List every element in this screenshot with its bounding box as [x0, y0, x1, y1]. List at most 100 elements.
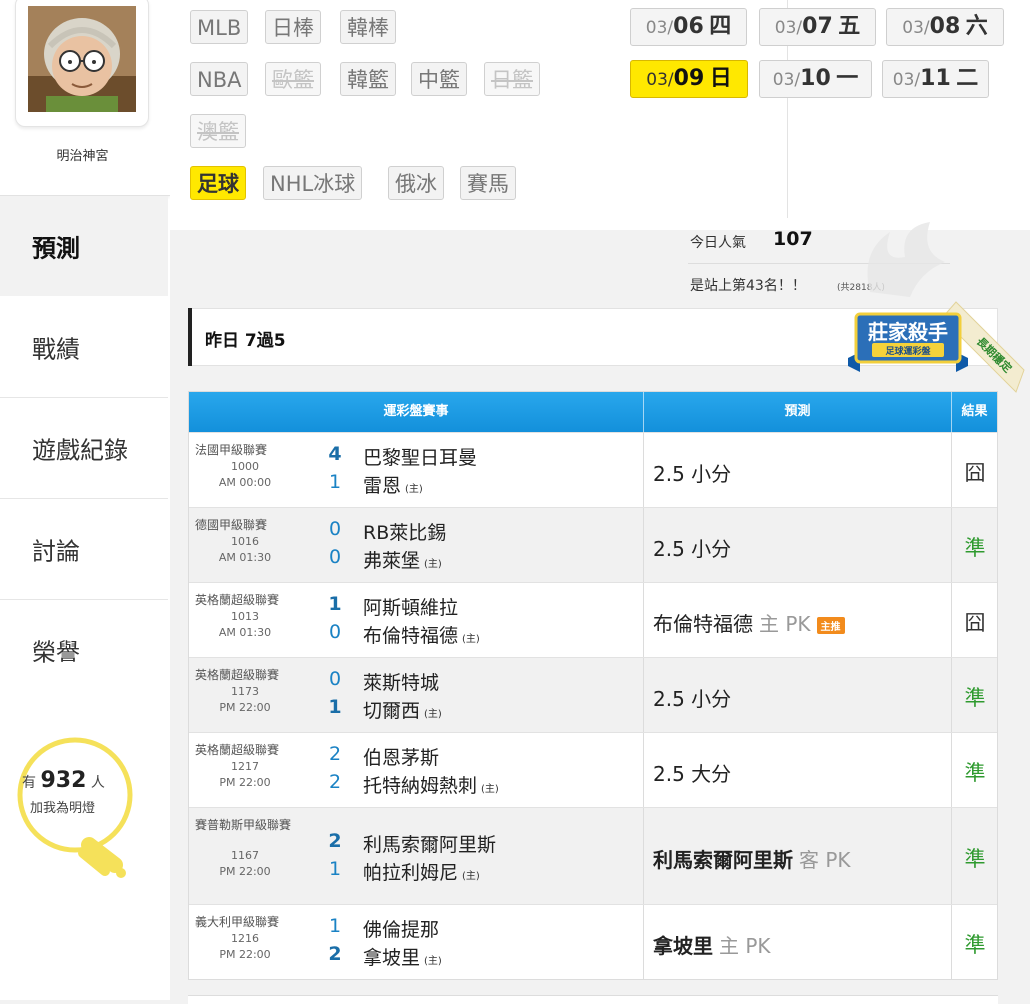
prediction-handicap: 主 PK [719, 934, 771, 958]
rank-text: 是站上第43名！！ [690, 278, 806, 294]
away-score: 4 [328, 443, 342, 465]
game-time: AM 00:00 [218, 476, 272, 489]
prediction: 布倫特福德主 PK 主推 [653, 608, 845, 637]
league-button[interactable]: 澳籃 [190, 114, 246, 148]
league-name: 法國甲級聯賽 [195, 443, 268, 457]
away-team: 佛倫提那 [363, 919, 440, 941]
prediction: 2.5 小分 [653, 533, 731, 562]
home-team-name: 拿坡里 [363, 947, 421, 969]
result-mark: 囧 [964, 611, 986, 635]
home-score: 1 [328, 696, 342, 718]
league-button[interactable]: 中籃 [411, 62, 467, 96]
home-team: 托特納姆熱刺 (主) [363, 771, 499, 798]
away-score: 2 [328, 743, 342, 765]
main-pick-badge: 主推 [816, 617, 845, 634]
home-tag: (主) [424, 709, 442, 720]
date-month: 03/ [902, 18, 930, 38]
nav-record[interactable]: 戰績 [0, 297, 168, 398]
league-button[interactable]: NBA [190, 62, 249, 96]
prediction-handicap: 主 PK [759, 612, 811, 636]
date-month: 03/ [892, 70, 921, 90]
fans-suffix: 人 [90, 775, 105, 791]
league-button[interactable]: 賽馬 [460, 166, 516, 200]
league-button[interactable]: 日棒 [265, 10, 321, 44]
date-button[interactable]: 03/11 二 [882, 60, 989, 98]
date-day: 07 [802, 14, 833, 39]
league-name: 義大利甲級聯賽 [195, 915, 280, 929]
away-score: 1 [328, 915, 342, 937]
away-team: 阿斯頓維拉 [363, 597, 459, 619]
home-tag: (主) [481, 784, 499, 795]
home-team: 雷恩 (主) [363, 471, 423, 498]
prediction-pick: 拿坡里 [653, 934, 713, 958]
home-team-name: 弗萊堡 [363, 550, 421, 572]
nav-record-label: 戰績 [32, 335, 80, 364]
date-button[interactable]: 03/07 五 [759, 8, 876, 46]
home-team-name: 帕拉利姆尼 [363, 862, 459, 884]
league-name: 英格蘭超級聯賽 [195, 668, 280, 682]
badge-sub-text: 足球運彩盤 [885, 345, 931, 356]
date-month: 03/ [646, 70, 674, 90]
accent-bar [188, 308, 192, 366]
record-title: 昨日 7過5 [205, 331, 286, 351]
game-number: 1000 [231, 460, 259, 473]
date-weekday: 日 [709, 66, 732, 91]
divider [643, 733, 644, 807]
sidebar: 明治神宮 預測 戰績 遊戲紀錄 討論 榮譽 有 932 人 加我為明燈 [0, 0, 170, 1000]
home-team: 帕拉利姆尼 (主) [363, 858, 480, 885]
date-day: 06 [673, 14, 704, 39]
nav-discussion[interactable]: 討論 [0, 499, 168, 600]
home-team-name: 雷恩 [363, 475, 402, 497]
divider [951, 905, 952, 979]
league-button[interactable]: 俄冰 [388, 166, 444, 200]
home-score: 1 [328, 471, 342, 493]
avatar[interactable] [15, 0, 149, 127]
away-team: 萊斯特城 [363, 672, 440, 694]
league-button[interactable]: MLB [190, 10, 249, 44]
date-weekday: 四 [709, 14, 732, 39]
home-score: 1 [328, 858, 342, 880]
away-score: 0 [328, 518, 342, 540]
date-day: 08 [929, 14, 961, 39]
date-weekday: 六 [965, 14, 988, 39]
divider [643, 433, 644, 507]
league-button[interactable]: 足球 [190, 166, 246, 200]
game-time: PM 22:00 [219, 948, 271, 961]
filter-panel: MLB 日棒 韓棒 NBA 歐籃 韓籃 中籃 日籃 澳籃 足球 NHL冰球 俄冰 賽馬 03/06 四0… [170, 0, 1030, 230]
badge-main-text: 莊家殺手 [868, 320, 948, 344]
league-button[interactable]: 韓籃 [340, 62, 396, 96]
result-mark: 準 [964, 847, 986, 871]
nav-game-log-label: 遊戲紀錄 [32, 436, 128, 465]
home-tag: (主) [462, 871, 480, 882]
table-header: 運彩盤賽事 預測 結果 [189, 392, 997, 432]
nav-game-log[interactable]: 遊戲紀錄 [0, 398, 168, 499]
divider [951, 733, 952, 807]
home-tag: (主) [462, 634, 480, 645]
league-button[interactable]: 韓棒 [340, 10, 396, 44]
home-team: 弗萊堡 (主) [363, 546, 442, 573]
date-weekday: 二 [956, 66, 979, 91]
date-button[interactable]: 03/06 四 [630, 8, 747, 46]
table-row: 英格蘭超級聯賽 1013 AM 01:30 1 0 阿斯頓維拉 布倫特福德 (主) 布倫特福德主… [189, 582, 997, 657]
avatar-image [28, 6, 136, 112]
profile-card: 明治神宮 [0, 0, 170, 196]
league-button[interactable]: 歐籃 [265, 62, 321, 96]
date-button[interactable]: 03/09 日 [630, 60, 748, 98]
table-body: 法國甲級聯賽 1000 AM 00:00 4 1 巴黎聖日耳曼 雷恩 (主) 2.5 小分囧德國… [189, 432, 997, 979]
league-name: 德國甲級聯賽 [195, 518, 268, 532]
nav-honor[interactable]: 榮譽 [0, 600, 168, 701]
league-button[interactable]: 日籃 [484, 62, 540, 96]
divider [951, 808, 952, 904]
game-number: 1173 [231, 685, 259, 698]
league-button[interactable]: NHL冰球 [263, 166, 363, 200]
table-row: 德國甲級聯賽 1016 AM 01:30 0 0 RB萊比錫 弗萊堡 (主) 2.5 小分 準 [189, 507, 997, 582]
fans-count: 有 932 人 [22, 768, 105, 793]
nav-predict[interactable]: 預測 [0, 196, 168, 296]
date-button[interactable]: 03/10 一 [759, 60, 872, 98]
game-time: AM 01:30 [218, 626, 272, 639]
prediction-pick: 2.5 小分 [653, 537, 732, 561]
away-team: 利馬索爾阿里斯 [363, 834, 497, 856]
fans-prefix: 有 [22, 775, 36, 791]
date-button[interactable]: 03/08 六 [886, 8, 1004, 46]
prediction: 2.5 小分 [653, 683, 731, 712]
